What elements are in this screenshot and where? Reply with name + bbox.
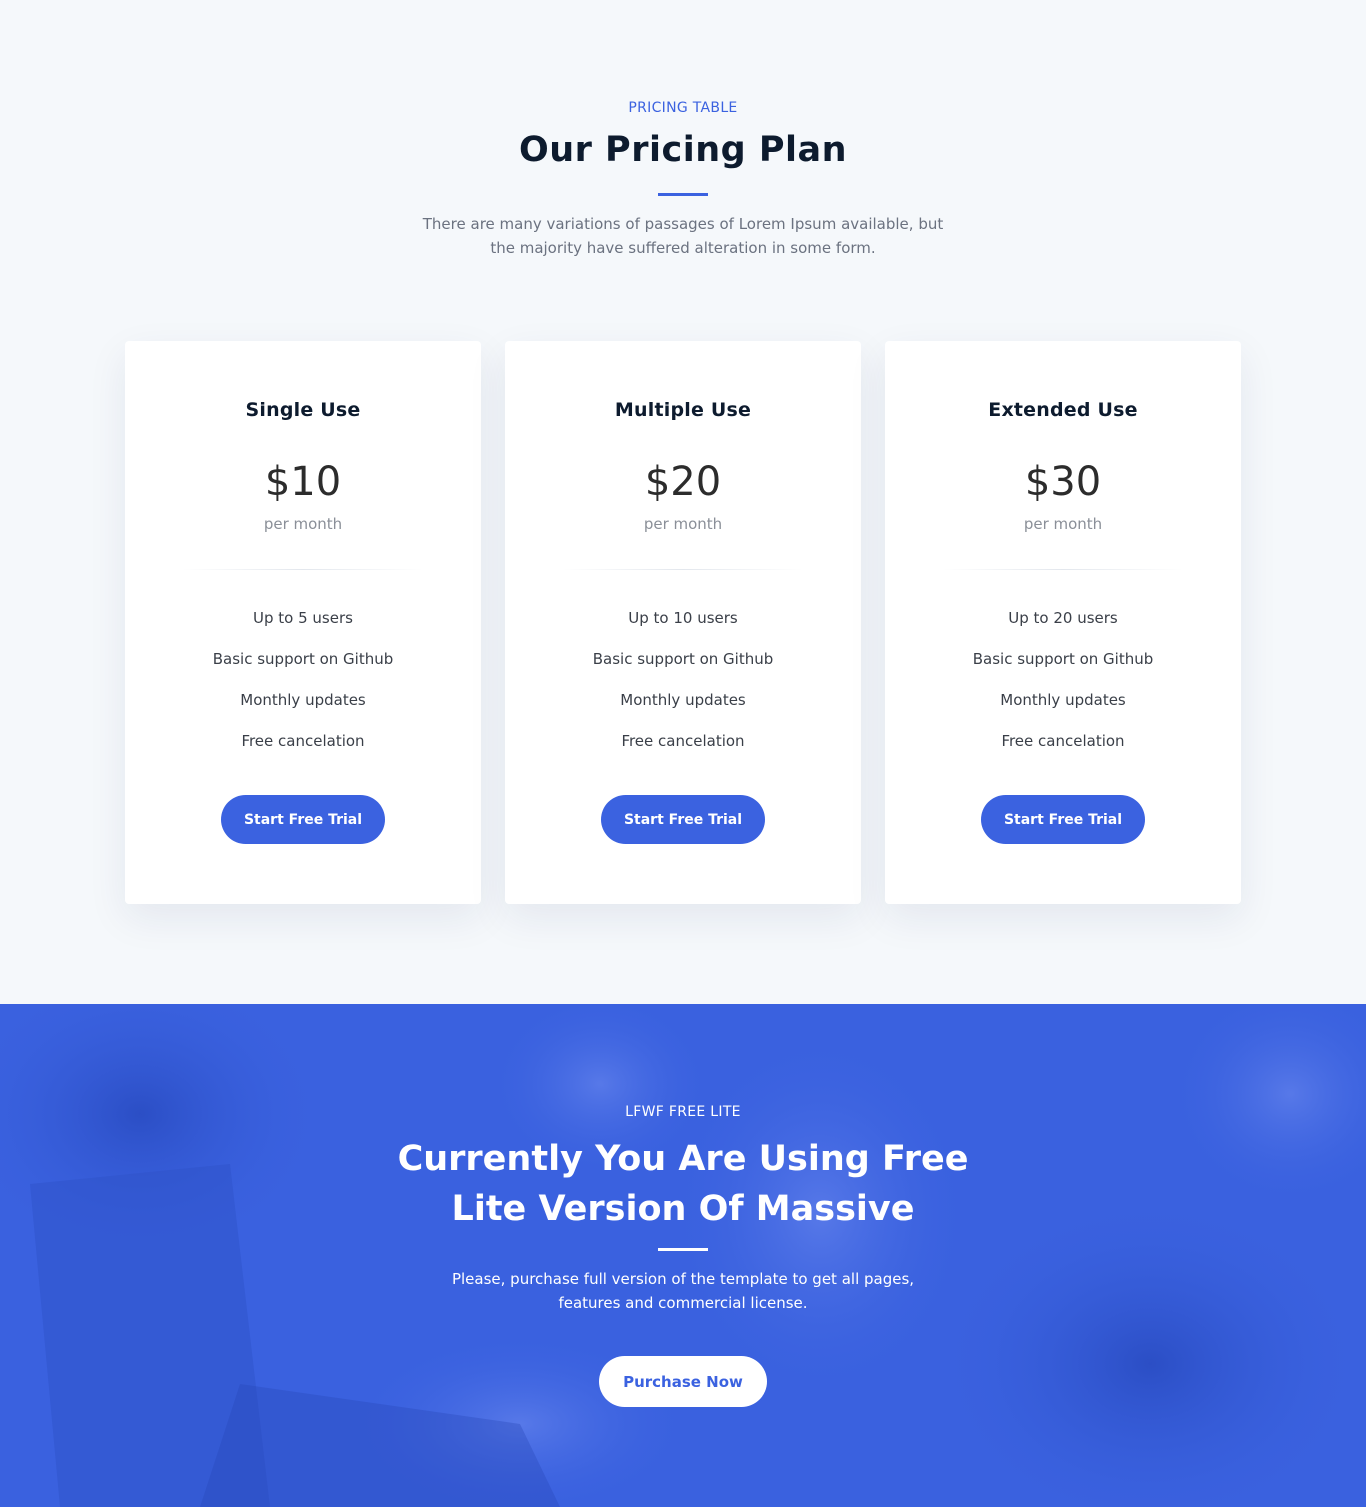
pricing-section: PRICING TABLE Our Pricing Plan There are… [0,0,1366,1004]
feature-item: Up to 20 users [1008,609,1118,627]
pricing-card-extended-use: Extended Use $30 per month Up to 20 user… [885,341,1241,904]
promo-eyebrow: LFWF FREE LITE [625,1104,741,1120]
feature-list: Up to 10 users Basic support on Github M… [505,609,861,773]
pricing-card-multiple-use: Multiple Use $20 per month Up to 10 user… [505,341,861,904]
plan-period: per month [643,515,723,533]
start-free-trial-button[interactable]: Start Free Trial [221,795,385,844]
plan-name: Multiple Use [614,399,752,421]
feature-list: Up to 5 users Basic support on Github Mo… [125,609,481,773]
purchase-now-button[interactable]: Purchase Now [599,1356,767,1407]
feature-item: Free cancelation [621,732,745,750]
feature-item: Basic support on Github [212,650,394,668]
promo-background-photo [0,1004,1366,1507]
feature-list: Up to 20 users Basic support on Github M… [885,609,1241,773]
feature-item: Monthly updates [620,691,746,709]
promo-title: Currently You Are Using Free Lite Versio… [397,1139,969,1229]
promo-section: LFWF FREE LITE Currently You Are Using F… [0,1004,1366,1507]
feature-item: Up to 5 users [253,609,353,627]
feature-item: Basic support on Github [592,650,774,668]
plan-price: $30 [1024,459,1102,505]
start-free-trial-button[interactable]: Start Free Trial [981,795,1145,844]
feature-item: Up to 10 users [628,609,738,627]
card-divider [563,569,803,570]
plan-price: $20 [644,459,722,505]
card-divider [183,569,423,570]
plan-name: Single Use [245,399,361,421]
start-free-trial-button[interactable]: Start Free Trial [601,795,765,844]
plan-name: Extended Use [988,399,1138,421]
plan-period: per month [263,515,343,533]
feature-item: Basic support on Github [972,650,1154,668]
plan-price: $10 [264,459,342,505]
feature-item: Monthly updates [240,691,366,709]
feature-item: Monthly updates [1000,691,1126,709]
feature-item: Free cancelation [1001,732,1125,750]
card-divider [943,569,1183,570]
pricing-title: Our Pricing Plan [518,130,848,170]
pricing-eyebrow: PRICING TABLE [628,100,738,116]
feature-item: Free cancelation [241,732,365,750]
promo-underline [658,1248,708,1251]
pricing-card-single-use: Single Use $10 per month Up to 5 users B… [125,341,481,904]
promo-description: Please, purchase full version of the tem… [451,1270,915,1312]
title-underline [658,193,708,196]
pricing-description: There are many variations of passages of… [422,215,944,257]
plan-period: per month [1023,515,1103,533]
